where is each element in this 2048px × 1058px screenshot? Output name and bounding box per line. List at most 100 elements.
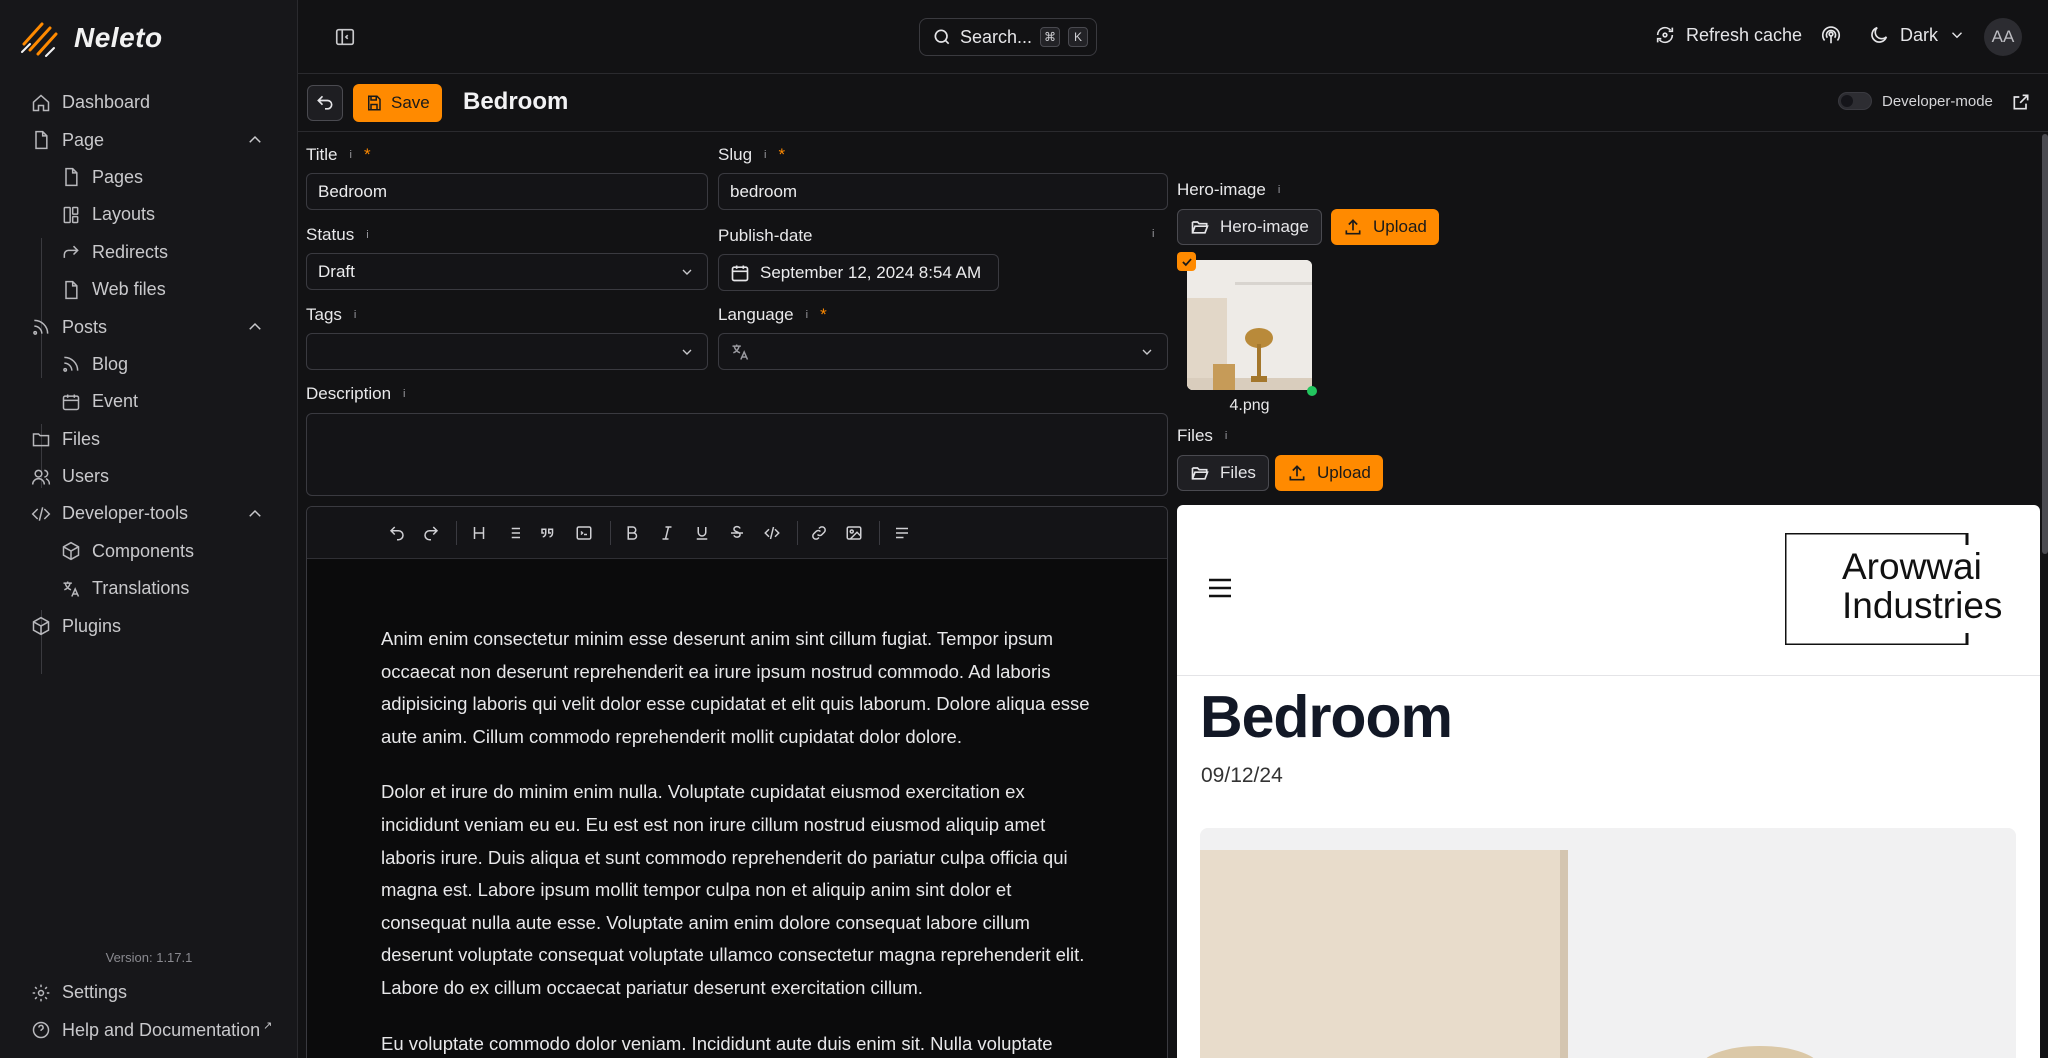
- title-input[interactable]: Bedroom: [306, 173, 708, 210]
- publish-date-value: September 12, 2024 8:54 AM: [760, 262, 982, 282]
- toggle-switch[interactable]: [1838, 92, 1872, 110]
- underline-icon[interactable]: [691, 522, 713, 544]
- sidebar-item-page[interactable]: Page: [0, 121, 298, 158]
- quote-icon[interactable]: [537, 522, 559, 544]
- sidebar-item-settings[interactable]: Settings: [0, 974, 298, 1011]
- italic-icon[interactable]: [656, 522, 678, 544]
- strikethrough-icon[interactable]: [726, 522, 748, 544]
- publish-date-label: Publish-date: [718, 226, 813, 246]
- description-textarea[interactable]: [306, 413, 1168, 496]
- sidebar-item-redirects[interactable]: Redirects: [0, 234, 298, 271]
- sidebar-item-label: Web files: [92, 279, 166, 300]
- hero-image-label: Hero-image i: [1177, 180, 1280, 200]
- preview-title: Bedroom: [1200, 684, 1453, 750]
- chevron-down-icon: [1139, 344, 1155, 360]
- sidebar-item-help[interactable]: Help and Documentation ↗: [0, 1011, 298, 1048]
- refresh-cache-button[interactable]: Refresh cache: [1654, 24, 1802, 46]
- toolbar-divider: [456, 521, 457, 545]
- avatar[interactable]: AA: [1984, 18, 2022, 56]
- rss-icon: [60, 353, 82, 375]
- chevron-up-icon[interactable]: [246, 131, 264, 149]
- bold-icon[interactable]: [621, 522, 643, 544]
- bullet-list-icon[interactable]: [503, 522, 525, 544]
- check-icon: [1181, 257, 1192, 266]
- developer-mode-toggle[interactable]: Developer-mode: [1838, 92, 1993, 110]
- sidebar-item-posts[interactable]: Posts: [0, 308, 298, 345]
- undo-icon[interactable]: [386, 522, 408, 544]
- brand[interactable]: Neleto: [20, 18, 163, 58]
- sidebar-item-translations[interactable]: Translations: [0, 570, 298, 607]
- sidebar-item-web-files[interactable]: Web files: [0, 271, 298, 308]
- slug-input[interactable]: bedroom: [718, 173, 1168, 210]
- page-header: Save Bedroom Developer-mode: [298, 74, 2048, 132]
- info-icon[interactable]: i: [806, 309, 808, 321]
- sidebar-item-dashboard[interactable]: Dashboard: [0, 84, 298, 121]
- redo-icon[interactable]: [420, 522, 442, 544]
- back-button[interactable]: [307, 85, 343, 121]
- inline-code-icon[interactable]: [761, 522, 783, 544]
- status-select[interactable]: Draft: [306, 253, 708, 290]
- required-marker: *: [820, 305, 827, 324]
- info-icon[interactable]: i: [1225, 430, 1227, 442]
- language-select[interactable]: [718, 333, 1168, 370]
- theme-selector[interactable]: Dark: [1868, 24, 1966, 46]
- image-icon[interactable]: [843, 522, 865, 544]
- broadcast-icon[interactable]: [1820, 24, 1842, 51]
- description-label: Description i: [306, 384, 406, 404]
- sidebar-item-event[interactable]: Event: [0, 383, 298, 420]
- label-text: Slug: [718, 145, 753, 164]
- hero-image-browse-button[interactable]: Hero-image: [1177, 209, 1322, 245]
- publish-date-picker[interactable]: September 12, 2024 8:54 AM: [718, 254, 999, 291]
- rich-text-editor[interactable]: Anim enim consectetur minim esse deserun…: [306, 506, 1168, 1058]
- info-icon[interactable]: i: [350, 149, 352, 161]
- hamburger-menu-icon[interactable]: [1207, 577, 1233, 599]
- app-name: Neleto: [74, 22, 163, 53]
- redirect-icon: [60, 241, 82, 263]
- sidebar-toggle-icon[interactable]: [334, 26, 356, 48]
- sidebar-item-developer-tools[interactable]: Developer-tools: [0, 495, 298, 532]
- search-label: Search...: [960, 26, 1033, 47]
- chevron-up-icon[interactable]: [246, 318, 264, 336]
- sidebar-item-users[interactable]: Users: [0, 458, 298, 495]
- calendar-icon: [731, 265, 749, 281]
- page-preview[interactable]: Arowwai Industries Bedroom 09/12/24: [1177, 505, 2040, 1058]
- folder-open-icon: [1191, 221, 1209, 234]
- file-icon: [60, 279, 82, 301]
- folder-icon: [30, 428, 52, 450]
- folder-open-icon: [1191, 467, 1209, 480]
- moon-icon: [1871, 26, 1888, 43]
- info-icon[interactable]: i: [366, 229, 368, 241]
- sidebar-item-blog[interactable]: Blog: [0, 346, 298, 383]
- files-upload-button[interactable]: Upload: [1275, 455, 1383, 491]
- external-link-icon[interactable]: [2011, 92, 2033, 114]
- hero-image-thumbnail[interactable]: [1187, 260, 1312, 390]
- hero-image-upload-button[interactable]: Upload: [1331, 209, 1439, 245]
- sidebar-item-components[interactable]: Components: [0, 533, 298, 570]
- scrollbar-thumb[interactable]: [2042, 134, 2048, 554]
- code-block-icon[interactable]: [573, 522, 595, 544]
- label-text: Files: [1177, 426, 1213, 445]
- info-icon[interactable]: i: [403, 388, 405, 400]
- sidebar-item-label: Files: [62, 428, 101, 449]
- search-button[interactable]: Search... ⌘ K: [919, 18, 1097, 56]
- link-icon[interactable]: [808, 522, 830, 544]
- sidebar-item-layouts[interactable]: Layouts: [0, 196, 298, 233]
- info-icon[interactable]: i: [764, 149, 766, 161]
- editor-content[interactable]: Anim enim consectetur minim esse deserun…: [381, 623, 1101, 1058]
- files-browse-button[interactable]: Files: [1177, 455, 1269, 491]
- sidebar-item-plugins[interactable]: Plugins: [0, 607, 298, 644]
- sidebar-item-label: Page: [62, 129, 105, 150]
- chevron-up-icon[interactable]: [246, 505, 264, 523]
- tags-select[interactable]: [306, 333, 708, 370]
- hero-image-checkbox[interactable]: [1177, 252, 1196, 271]
- save-button[interactable]: Save: [353, 84, 442, 122]
- info-icon[interactable]: i: [354, 309, 356, 321]
- slug-value: bedroom: [730, 181, 798, 201]
- preview-date: 09/12/24: [1201, 764, 1283, 787]
- heading-icon[interactable]: [468, 522, 490, 544]
- sidebar-item-pages[interactable]: Pages: [0, 159, 298, 196]
- info-icon[interactable]: i: [1146, 228, 1154, 240]
- info-icon[interactable]: i: [1278, 184, 1280, 196]
- sidebar-item-files[interactable]: Files: [0, 421, 298, 458]
- align-icon[interactable]: [891, 522, 913, 544]
